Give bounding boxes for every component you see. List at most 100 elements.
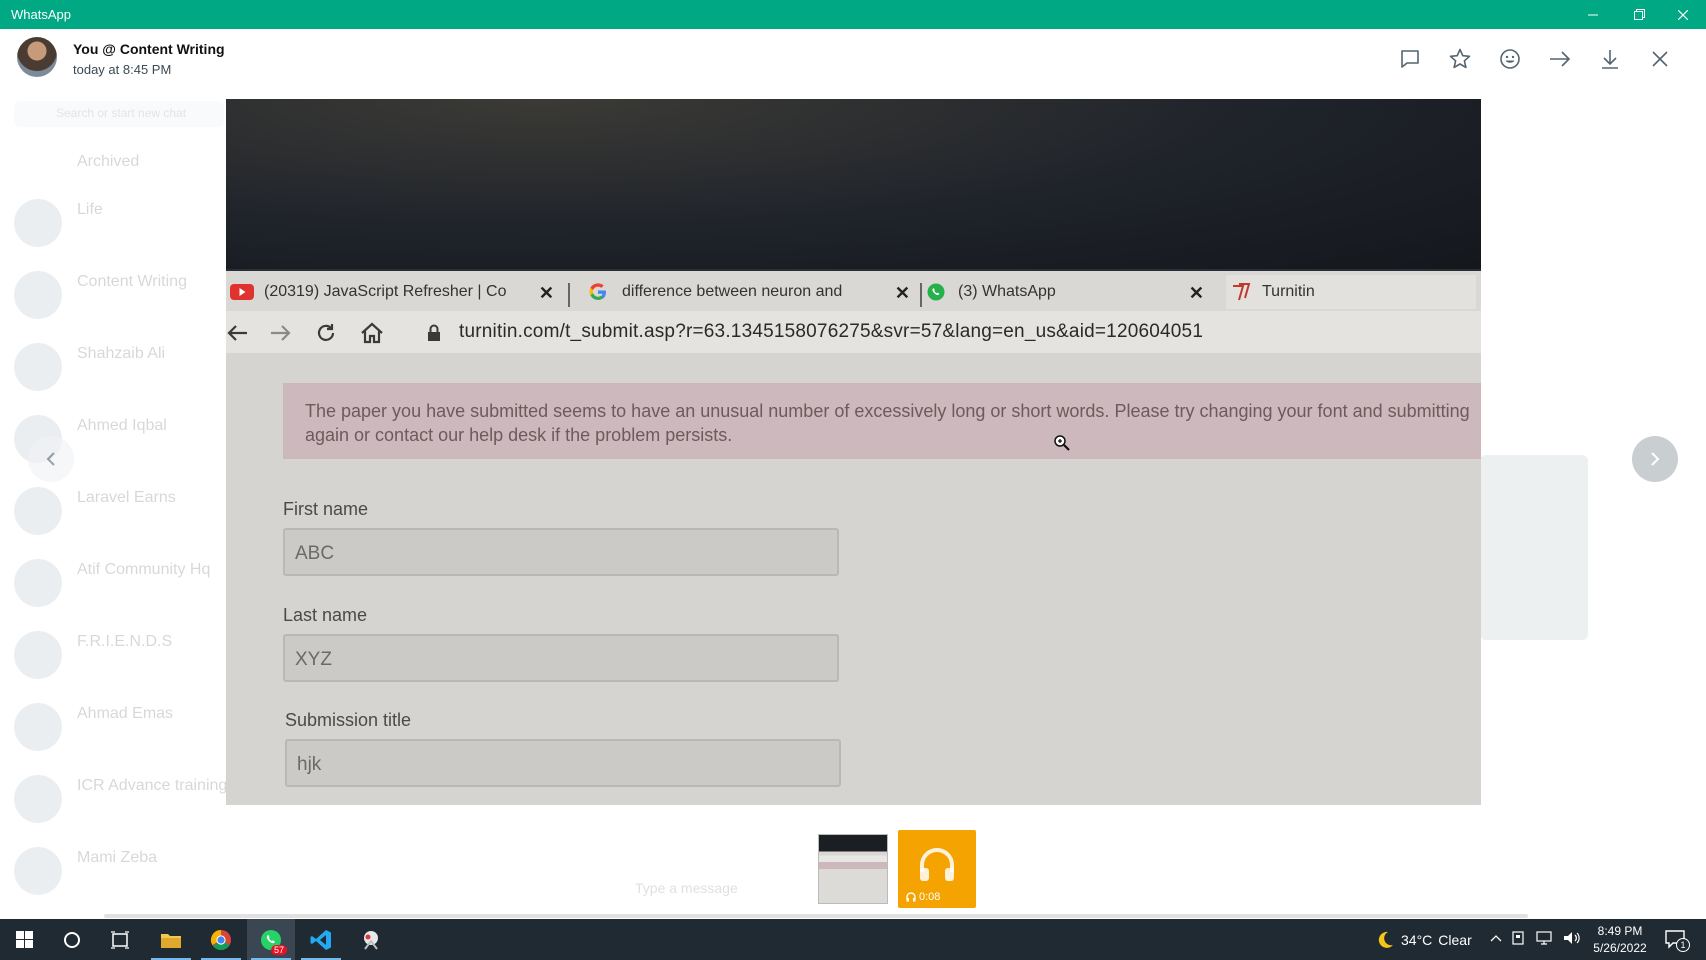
alert-text: The paper you have submitted seems to ha… bbox=[305, 401, 1470, 445]
background-scrollbar bbox=[104, 914, 1528, 918]
background-chat-item: Laravel Earns bbox=[0, 477, 230, 547]
windows-taskbar: 57 34°C Clear 8:49 PM 5/26/2022 1 bbox=[0, 919, 1706, 960]
file-explorer-button[interactable] bbox=[147, 919, 195, 960]
chrome-button[interactable] bbox=[197, 919, 245, 960]
emoji-icon bbox=[1500, 49, 1520, 69]
star-button[interactable] bbox=[1444, 43, 1476, 75]
first-name-label: First name bbox=[283, 499, 369, 519]
background-chat-item: ICR Advance training bbox=[0, 765, 230, 835]
background-chat-item: Ahmad Emas bbox=[0, 693, 230, 763]
first-name-field: ABC bbox=[283, 528, 839, 576]
background-message-input: Type a message bbox=[635, 880, 738, 896]
volume-icon[interactable] bbox=[1563, 931, 1581, 945]
media-thumbnail-image[interactable] bbox=[818, 834, 888, 904]
folder-icon bbox=[161, 933, 181, 948]
media-thumbnail-audio[interactable]: 0:08 bbox=[898, 830, 976, 908]
forward-nav-icon bbox=[268, 321, 292, 345]
vscode-button[interactable] bbox=[297, 919, 345, 960]
star-icon bbox=[1449, 48, 1471, 69]
headphones-icon bbox=[920, 848, 954, 881]
notification-center-button[interactable]: 1 bbox=[1664, 928, 1690, 955]
reload-icon bbox=[314, 321, 338, 345]
task-view-icon bbox=[111, 930, 129, 949]
forward-button[interactable] bbox=[1544, 43, 1576, 75]
chrome-icon bbox=[210, 929, 231, 950]
media-image[interactable]: (20319) JavaScript Refresher | Co ✕ diffe… bbox=[226, 99, 1481, 805]
turnitin-page: The paper you have submitted seems to ha… bbox=[226, 353, 1481, 805]
turnitin-icon bbox=[1233, 283, 1251, 301]
address-url: turnitin.com/t_submit.asp?r=63.134515807… bbox=[459, 321, 1204, 342]
headphones-small-icon bbox=[906, 892, 916, 902]
background-chat-item: F.R.I.E.N.D.S bbox=[0, 621, 230, 691]
background-chat-item: Atif Community Hq bbox=[0, 549, 230, 619]
device-icon[interactable] bbox=[1511, 931, 1527, 945]
lock-icon bbox=[422, 321, 446, 345]
whatsapp-icon bbox=[927, 283, 945, 301]
close-viewer-button[interactable] bbox=[1644, 43, 1676, 75]
media-viewer-header: You @ Content Writing today at 8:45 PM bbox=[0, 29, 1706, 89]
sender-name: You @ Content Writing bbox=[73, 41, 225, 57]
weather-widget[interactable]: 34°C Clear bbox=[1375, 930, 1472, 950]
audio-duration: 0:08 bbox=[919, 891, 941, 903]
background-message-bubble bbox=[1480, 455, 1588, 640]
weather-condition: Clear bbox=[1438, 932, 1472, 948]
browser-tab-strip: (20319) JavaScript Refresher | Co ✕ diffe… bbox=[226, 271, 1481, 311]
browser-tab: difference between neuron and ✕ bbox=[588, 275, 916, 309]
background-chat-item: Life bbox=[0, 189, 230, 259]
react-button[interactable] bbox=[1494, 43, 1526, 75]
chevron-left-icon bbox=[46, 452, 55, 466]
submission-title-label: Submission title bbox=[285, 710, 412, 730]
message-icon bbox=[1401, 50, 1419, 68]
monitor-bezel bbox=[226, 99, 1481, 269]
forward-icon bbox=[1550, 51, 1571, 67]
search-button[interactable] bbox=[48, 919, 96, 960]
window-close-button[interactable] bbox=[1660, 0, 1706, 29]
background-chat-item: Mami Zeba bbox=[0, 837, 230, 907]
clock-date: 5/26/2022 bbox=[1593, 941, 1647, 955]
browser-tab: (20319) JavaScript Refresher | Co ✕ bbox=[230, 275, 560, 309]
snipping-tool-button[interactable] bbox=[347, 919, 395, 960]
task-view-button[interactable] bbox=[96, 919, 144, 960]
youtube-icon bbox=[230, 284, 254, 300]
zoom-cursor-icon bbox=[1054, 435, 1070, 451]
submission-title-field: hjk bbox=[285, 739, 841, 787]
snipping-tool-icon bbox=[364, 930, 378, 950]
chevron-right-icon bbox=[1651, 452, 1660, 466]
restore-button[interactable] bbox=[1616, 0, 1662, 29]
next-media-button[interactable] bbox=[1632, 436, 1678, 482]
chevron-up-icon[interactable] bbox=[1490, 933, 1502, 943]
network-icon[interactable] bbox=[1536, 931, 1554, 945]
whatsapp-taskbar-button[interactable]: 57 bbox=[247, 919, 295, 960]
background-chat-list: Search or start new chat Archived Life C… bbox=[0, 89, 230, 919]
notification-count: 1 bbox=[1676, 938, 1690, 952]
home-icon bbox=[360, 321, 384, 345]
avatar[interactable] bbox=[17, 37, 57, 77]
cortana-icon bbox=[64, 931, 80, 948]
title-bar: WhatsApp bbox=[0, 0, 1706, 29]
google-icon bbox=[589, 283, 606, 300]
error-alert: The paper you have submitted seems to ha… bbox=[283, 383, 1481, 459]
last-name-field: XYZ bbox=[283, 634, 839, 682]
clock-time: 8:49 PM bbox=[1597, 924, 1643, 938]
back-icon bbox=[226, 321, 250, 345]
whatsapp-unread-badge: 57 bbox=[270, 945, 287, 955]
minimize-button[interactable] bbox=[1570, 0, 1616, 29]
close-icon bbox=[1652, 51, 1668, 67]
previous-media-button[interactable] bbox=[28, 436, 74, 482]
background-chat-item: Shahzaib Ali bbox=[0, 333, 230, 403]
moon-icon bbox=[1378, 931, 1393, 948]
go-to-message-button[interactable] bbox=[1394, 43, 1426, 75]
background-archived: Archived bbox=[77, 153, 140, 170]
browser-tab-active: Turnitin bbox=[1226, 275, 1476, 309]
start-button[interactable] bbox=[0, 919, 48, 960]
vscode-icon bbox=[310, 929, 331, 950]
download-icon bbox=[1602, 50, 1618, 69]
app-title: WhatsApp bbox=[11, 7, 71, 22]
background-chat-item: Content Writing bbox=[0, 261, 230, 331]
last-name-label: Last name bbox=[283, 605, 368, 625]
browser-tab: (3) WhatsApp ✕ bbox=[926, 275, 1216, 309]
download-button[interactable] bbox=[1594, 43, 1626, 75]
system-tray bbox=[1490, 931, 1581, 945]
temperature: 34°C bbox=[1401, 932, 1433, 948]
clock[interactable]: 8:49 PM 5/26/2022 bbox=[1590, 923, 1650, 957]
